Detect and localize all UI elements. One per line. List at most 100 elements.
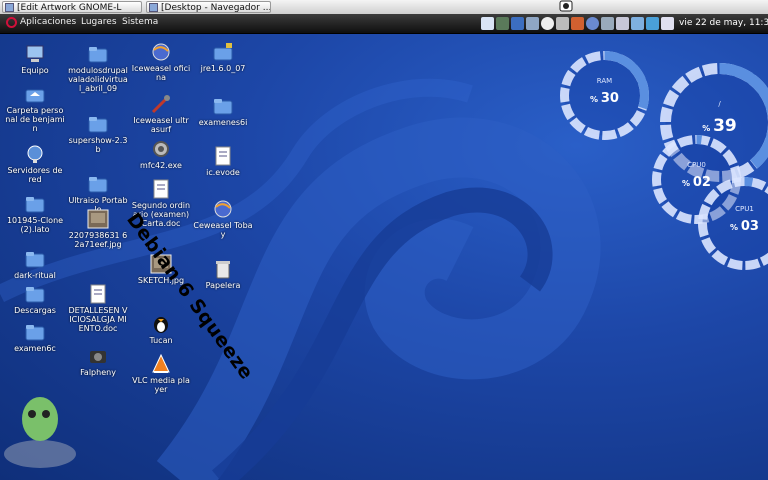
document-icon (215, 146, 231, 166)
cube-icon[interactable] (661, 17, 674, 30)
gauge-percent-sign: % (590, 95, 601, 104)
alien-toy-figure (22, 397, 58, 441)
gauge-number: 03 (740, 219, 759, 234)
desktop-icon-label: DETALLESEN VICIOSALGJA MIENTO.doc (68, 306, 128, 333)
desktop-icon-label: Tucan (149, 336, 173, 345)
search-icon[interactable] (616, 17, 629, 30)
settings-icon[interactable] (556, 17, 569, 30)
menu-applications[interactable]: Aplicaciones (20, 17, 76, 27)
gauge-value: % 30 (560, 91, 649, 106)
computer-icon (26, 45, 44, 62)
task-desktop-browser[interactable]: [Desktop - Navegador ... (146, 1, 271, 13)
penguin-icon (154, 317, 168, 333)
desktop-icon[interactable]: Equipo (5, 44, 65, 75)
window-icon (5, 3, 14, 12)
task-label: [Edit Artwork GNOME-L (17, 3, 122, 13)
trash-icon (216, 261, 230, 279)
desktop-icon[interactable]: Falpheny (68, 346, 128, 377)
desktop-icon[interactable]: 2207938631 62a71eef.jpg (68, 209, 128, 249)
camera-icon (90, 351, 106, 363)
camera-icon[interactable] (541, 17, 554, 30)
desktop-icon[interactable]: Iceweasel ultrasurf (131, 94, 191, 134)
desktop-icon-label: jre1.6.0_07 (200, 64, 246, 73)
desktop-icon[interactable]: Tucan (131, 314, 191, 345)
gauge-label: CPU0 (687, 160, 706, 169)
folder-icon (88, 47, 108, 63)
desktop-icon[interactable]: Servidores de red (5, 144, 65, 184)
menu-places[interactable]: Lugares (81, 17, 117, 27)
desktop-icon[interactable]: jre1.6.0_07 (193, 42, 253, 73)
gauge-label: / (718, 99, 721, 108)
desktop-icon[interactable]: examen6c (5, 322, 65, 353)
home-folder-icon (25, 89, 45, 103)
image-viewer-icon[interactable] (631, 17, 644, 30)
desktop-icon-label: Falpheny (80, 368, 116, 377)
globe-icon (214, 200, 232, 218)
desktop-icon[interactable]: Iceweasel oficina (131, 42, 191, 82)
window-icon (149, 3, 158, 12)
desktop-icon[interactable]: supershow-2.3b (68, 114, 128, 154)
debian-logo-icon[interactable] (6, 17, 17, 28)
desktop-icon[interactable]: Papelera (193, 259, 253, 290)
desktop-icon-label: Papelera (205, 281, 241, 290)
window-icon[interactable] (511, 17, 524, 30)
desktop-icon[interactable]: dark-ritual (5, 249, 65, 280)
workspace-icon[interactable] (558, 0, 574, 13)
folder-lock-icon (213, 43, 233, 61)
desktop-icon-label: Ceweasel Tobay (193, 221, 253, 239)
gauge-percent-sign: % (702, 124, 714, 133)
desktop-icon-label: Descargas (14, 306, 56, 315)
file-manager-icon[interactable] (526, 17, 539, 30)
desktop-icon[interactable]: VLC media player (131, 354, 191, 394)
desktop-icon-label: Iceweasel ultrasurf (133, 116, 189, 134)
window-list-bar: [Edit Artwork GNOME-L [Desktop - Navegad… (0, 0, 768, 15)
folder-icon (25, 197, 45, 213)
desktop-icon[interactable]: Carpeta personal de benjamin (5, 84, 65, 133)
gauge-label: CPU1 (735, 204, 754, 213)
terminal-icon[interactable] (496, 17, 509, 30)
folder-icon (88, 177, 108, 193)
desktop-icon[interactable]: mfc42.exe (131, 139, 191, 170)
task-edit-artwork[interactable]: [Edit Artwork GNOME-L (2, 1, 142, 13)
desktop-icon-label: ic.evode (206, 168, 240, 177)
gauge-number: 39 (713, 116, 737, 136)
desktop-icon[interactable]: Descargas (5, 284, 65, 315)
desktop-icon[interactable]: examenes6i (193, 96, 253, 127)
desktop[interactable]: Equipo Carpeta personal de benjamin Servid… (0, 34, 768, 480)
desktop-icon-label: modulosdrupalvaladolidvirtual_abril_09 (68, 66, 128, 93)
network-icon[interactable] (586, 17, 599, 30)
desktop-icon-label: VLC media player (132, 376, 190, 394)
task-label: [Desktop - Navegador ... (161, 3, 271, 13)
desktop-icon-label: Servidores de red (7, 166, 63, 184)
desktop-icon[interactable]: ic.evode (193, 146, 253, 177)
browser-icon[interactable] (571, 17, 584, 30)
desktop-icon[interactable]: 101945-Clone (2).lato (5, 194, 65, 234)
clock[interactable]: vie 22 de may, 11:36 (679, 18, 768, 28)
folder-icon (25, 287, 45, 303)
document-icon (153, 179, 169, 199)
gear-icon (153, 141, 169, 157)
folder-icon (88, 117, 108, 133)
desktop-icon-label: supershow-2.3b (68, 136, 128, 154)
tools-icon[interactable] (601, 17, 614, 30)
top-panel: Aplicaciones Lugares Sistema vie 22 de m… (0, 14, 768, 34)
document-icon (90, 284, 106, 304)
gauge-value: % 39 (660, 116, 768, 136)
menu-system[interactable]: Sistema (122, 17, 158, 27)
folder-icon (25, 252, 45, 268)
gauge-value: % 03 (698, 219, 768, 234)
desktop-icon-label: dark-ritual (14, 271, 56, 280)
desktop-icon[interactable]: DETALLESEN VICIOSALGJA MIENTO.doc (68, 284, 128, 333)
desktop-icon-label: mfc42.exe (140, 161, 182, 170)
folder-icon (25, 325, 45, 341)
gauge-ram: RAM% 30 (560, 51, 649, 140)
desktop-icon[interactable]: modulosdrupalvaladolidvirtual_abril_09 (68, 44, 128, 93)
gauge-cpu1: CPU1 % 03 (698, 177, 768, 270)
desktop-icon[interactable]: Ultraiso Portable (68, 174, 128, 214)
desktop-icon-label: 101945-Clone (2).lato (6, 216, 64, 234)
desktop-icon[interactable]: Ceweasel Tobay (193, 199, 253, 239)
show-desktop-icon[interactable] (481, 17, 494, 30)
volume-icon[interactable] (646, 17, 659, 30)
gauge-label: RAM (596, 76, 613, 85)
gauge-number: 30 (600, 91, 619, 106)
